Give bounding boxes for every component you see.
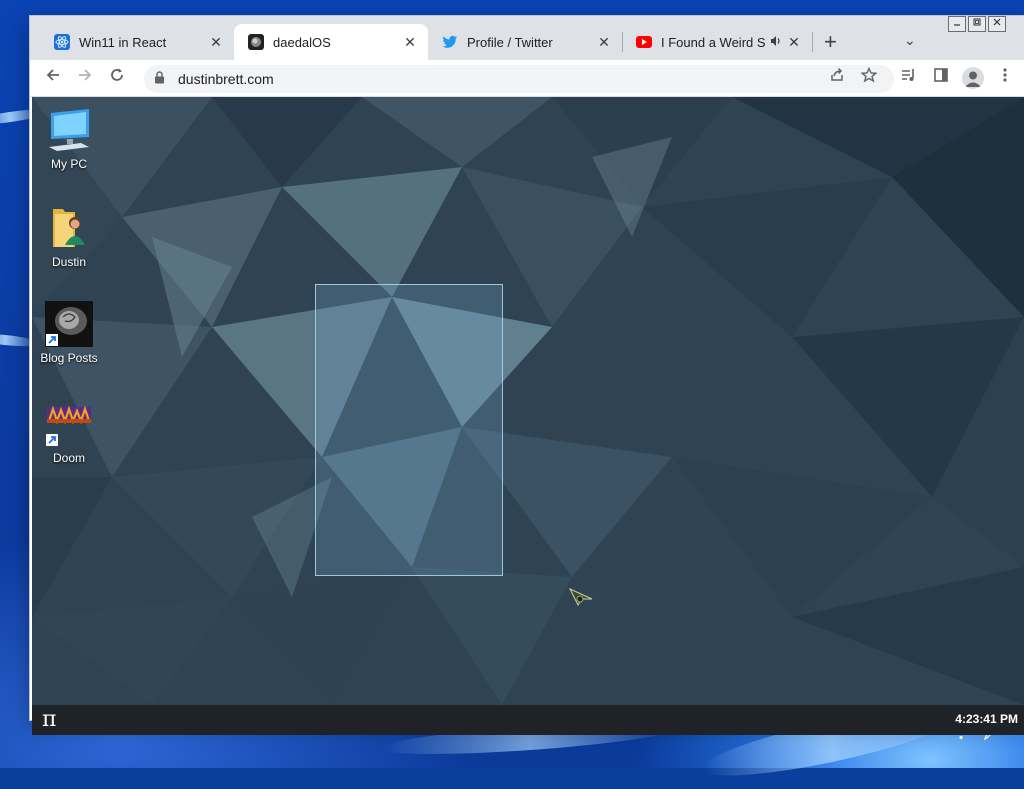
close-window-button[interactable] [988,16,1006,32]
kebab-menu-icon[interactable] [994,67,1016,89]
computer-icon [45,107,93,153]
user-folder-icon [45,205,93,251]
desktop-icon-label: Dustin [51,255,86,269]
tab-separator [812,32,813,52]
selection-rectangle [315,284,503,576]
reload-icon[interactable] [106,67,128,89]
share-icon[interactable] [826,67,848,89]
tab-search-chevron-icon[interactable]: ⌄ [904,32,916,49]
tab-title: Win11 in React [79,34,167,50]
url-text: dustinbrett.com [178,71,274,87]
tab-daedalos[interactable]: daedalOS ✕ [234,24,428,60]
back-arrow-icon[interactable] [42,67,64,89]
media-controls-icon[interactable] [898,67,920,89]
twitter-icon [442,34,458,50]
tab-strip: Win11 in React ✕ daedalOS ✕ Profile / Tw… [30,16,1024,60]
bookmark-star-icon[interactable] [858,66,880,89]
speaker-audio-icon[interactable] [770,35,784,50]
taskbar-clock[interactable]: 4:23:41 PM [955,712,1018,726]
polygon-wallpaper [32,97,1024,705]
desktop-icon-label: My PC [51,157,87,171]
lock-icon[interactable] [154,71,170,87]
restore-button[interactable] [968,16,986,32]
desktop-icon-blog-posts[interactable]: Blog Posts [34,301,104,365]
mouse-cursor-icon [568,587,593,606]
tab-youtube-video[interactable]: I Found a Weird Sea ✕ [622,24,812,60]
daedalos-icon [248,34,264,50]
window-controls [948,16,1006,32]
close-tab-icon[interactable]: ✕ [400,34,420,51]
desktop-icon-doom[interactable]: Doom [34,401,104,465]
forward-arrow-icon[interactable] [74,67,96,89]
doom-shortcut-icon [45,401,93,447]
desktop-icon-dustin[interactable]: Dustin [34,205,104,269]
tab-win11-in-react[interactable]: Win11 in React ✕ [40,24,234,60]
tab-title: Profile / Twitter [467,34,553,50]
close-tab-icon[interactable]: ✕ [784,34,804,51]
desktop-icon-my-pc[interactable]: My PC [34,107,104,171]
browser-window: Win11 in React ✕ daedalOS ✕ Profile / Tw… [30,16,1024,735]
profile-avatar-icon[interactable] [962,67,984,89]
tab-title: daedalOS [273,34,331,50]
youtube-icon [636,34,652,50]
new-tab-button[interactable]: + [824,31,837,53]
daedalos-desktop[interactable]: My PC Dustin Blog Posts Doom [32,97,1024,705]
minimize-button[interactable] [948,16,966,32]
desktop-icon-label: Blog Posts [40,351,98,365]
address-bar[interactable]: dustinbrett.com [144,65,894,93]
close-tab-icon[interactable]: ✕ [206,34,226,51]
daedalos-taskbar: π 4:23:41 PM [32,705,1024,735]
desktop-icon-label: Doom [52,451,85,465]
start-menu-button[interactable]: π [42,707,56,732]
close-tab-icon[interactable]: ✕ [594,34,614,51]
brain-shortcut-icon [45,301,93,347]
react-icon [54,34,70,50]
tab-profile-twitter[interactable]: Profile / Twitter ✕ [428,24,622,60]
tab-title: I Found a Weird Sea [661,34,766,50]
browser-toolbar: dustinbrett.com [30,60,1024,97]
side-panel-icon[interactable] [930,67,952,89]
